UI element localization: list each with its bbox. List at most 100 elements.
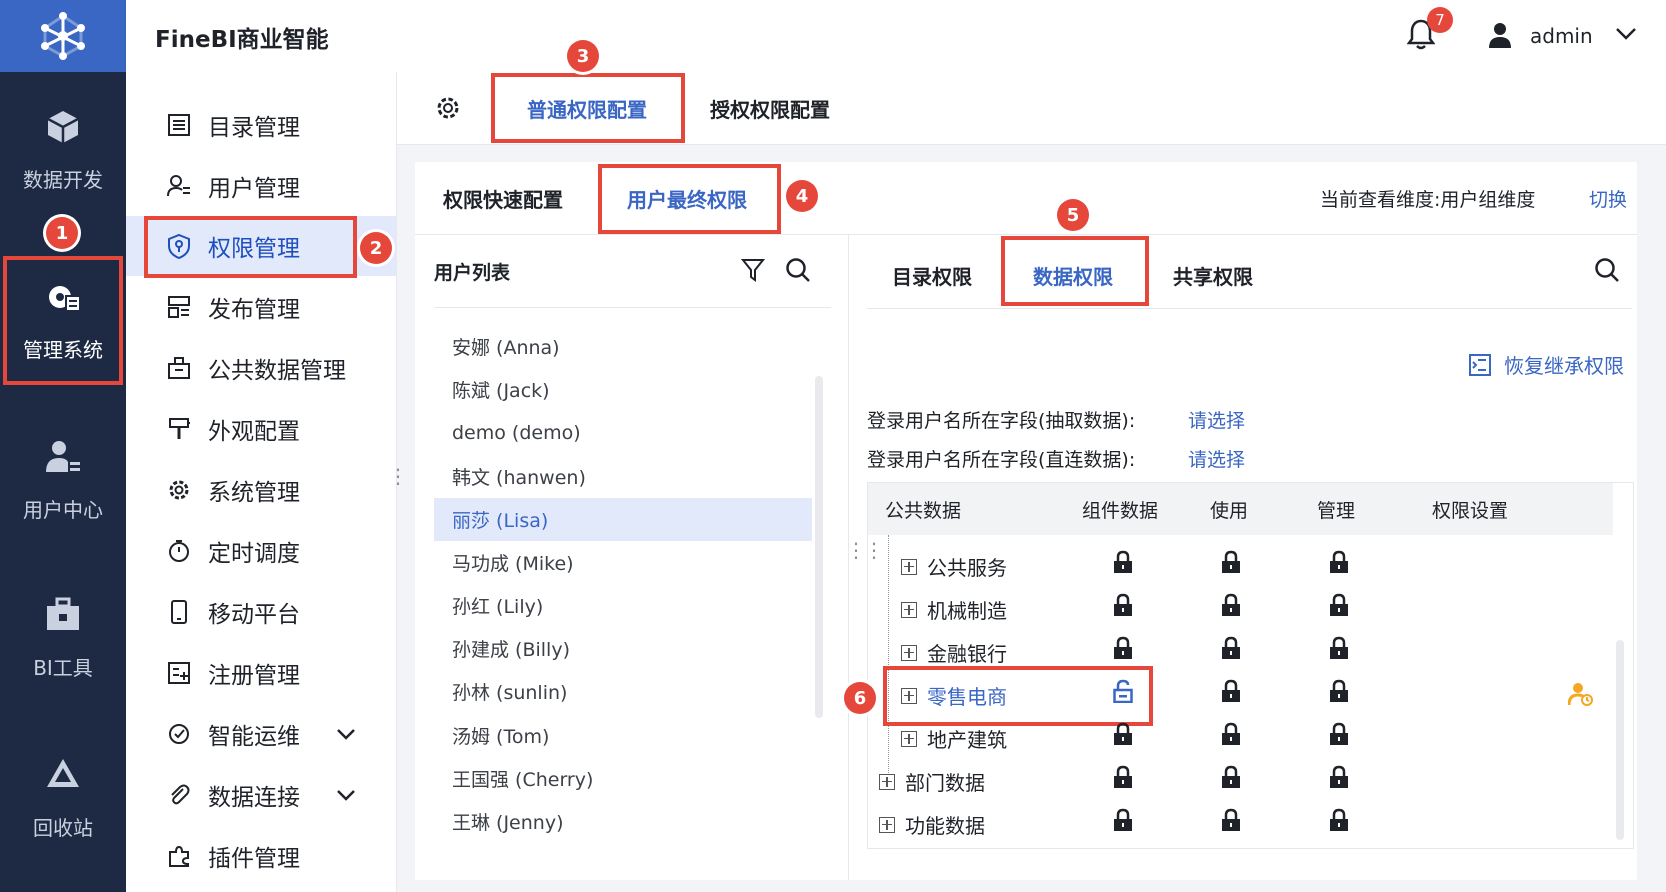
lock-icon[interactable] (1328, 636, 1350, 664)
user-list-item[interactable]: 孙建成 (Billy) (434, 627, 812, 670)
lock-icon[interactable] (1328, 550, 1350, 578)
submenu-item-data-connection[interactable]: 数据连接 (126, 765, 396, 825)
recycle-icon (47, 758, 79, 787)
tree-row-department[interactable]: 部门数据 (879, 767, 985, 796)
username-label[interactable]: admin (1530, 24, 1593, 48)
chevron-down-icon[interactable] (336, 728, 356, 740)
lock-icon[interactable] (1220, 808, 1242, 836)
lock-icon[interactable] (1328, 679, 1350, 707)
column-header: 公共数据 (885, 499, 962, 522)
annotation-badge-2: 2 (360, 232, 392, 264)
user-list-item[interactable]: 陈斌 (Jack) (434, 368, 812, 411)
submenu-item-catalog[interactable]: 目录管理 (126, 95, 396, 155)
user-list-item[interactable]: 安娜 (Anna) (434, 325, 812, 368)
permission-warning-icon[interactable] (1567, 681, 1594, 711)
lock-icon[interactable] (1220, 722, 1242, 750)
column-header: 使用 (1210, 499, 1249, 522)
brand-title: FineBI商业智能 (155, 27, 329, 53)
paperclip-icon (166, 782, 192, 808)
ops-icon (166, 721, 192, 747)
rail-item-recycle-bin[interactable]: 回收站 (0, 728, 126, 868)
submenu-item-publish[interactable]: 发布管理 (126, 277, 396, 337)
lock-icon[interactable] (1328, 765, 1350, 793)
lock-icon[interactable] (1220, 765, 1242, 793)
rail-item-admin-system[interactable]: 管理系统 (0, 250, 126, 390)
expand-icon[interactable] (901, 644, 917, 661)
submenu-item-mobile[interactable]: 移动平台 (126, 582, 396, 642)
user-list-item[interactable]: 孙林 (sunlin) (434, 670, 812, 713)
rail-label: 数据开发 (23, 167, 103, 192)
rail-item-user-center[interactable]: 用户中心 (0, 410, 126, 550)
submenu-item-system[interactable]: 系统管理 (126, 460, 396, 520)
chevron-down-icon[interactable] (1615, 26, 1637, 45)
tree-row-finance[interactable]: 金融银行 (901, 638, 1007, 667)
column-header: 权限设置 (1432, 499, 1509, 522)
chevron-down-icon[interactable] (336, 789, 356, 801)
database-box-icon (166, 355, 192, 381)
app-logo[interactable] (0, 0, 126, 72)
lock-icon[interactable] (1112, 765, 1134, 793)
tree-row-real-estate[interactable]: 地产建筑 (901, 724, 1007, 753)
lock-icon[interactable] (1112, 550, 1134, 578)
lock-icon[interactable] (1112, 808, 1134, 836)
gear-doc-icon (49, 285, 81, 312)
user-list-item[interactable]: 王国强 (Cherry) (434, 757, 812, 800)
tree-row-function[interactable]: 功能数据 (879, 810, 985, 839)
expand-icon[interactable] (901, 558, 917, 575)
submenu-item-plugins[interactable]: 插件管理 (126, 826, 396, 886)
tab-grant-permission[interactable]: 授权权限配置 (710, 72, 830, 144)
lock-icon[interactable] (1328, 722, 1350, 750)
user-list-item[interactable]: 王琳 (Jenny) (434, 800, 812, 843)
user-list-item[interactable]: demo (demo) (434, 411, 812, 454)
user-list-icon (166, 173, 192, 199)
lock-icon[interactable] (1112, 722, 1134, 750)
rail-item-data-dev[interactable]: 数据开发 (0, 80, 126, 220)
settings-icon[interactable] (434, 94, 462, 126)
extract-field-select[interactable]: 请选择 (1188, 406, 1245, 433)
user-list-item[interactable]: 汤姆 (Tom) (434, 714, 812, 757)
user-list-scrollbar[interactable] (815, 376, 823, 718)
submenu-label: 用户管理 (208, 176, 300, 202)
expand-icon[interactable] (879, 773, 895, 790)
user-list-item[interactable]: 马功成 (Mike) (434, 541, 812, 584)
rail-label: 回收站 (33, 815, 93, 840)
submenu-item-appearance[interactable]: 外观配置 (126, 399, 396, 459)
user-list-item[interactable]: 孙红 (Lily) (434, 584, 812, 627)
submenu-item-public-data[interactable]: 公共数据管理 (126, 338, 396, 398)
rail-item-bi-tools[interactable]: BI工具 (0, 568, 126, 708)
lock-icon[interactable] (1220, 636, 1242, 664)
submenu-item-smart-ops[interactable]: 智能运维 (126, 704, 396, 764)
submenu-item-register[interactable]: 注册管理 (126, 643, 396, 703)
tree-row-public-service[interactable]: 公共服务 (901, 552, 1007, 581)
submenu-label: 定时调度 (208, 541, 300, 567)
list-icon (166, 112, 192, 138)
switch-dimension-link[interactable]: 切换 (1589, 185, 1627, 212)
lock-icon[interactable] (1220, 550, 1242, 578)
lock-icon[interactable] (1328, 593, 1350, 621)
tab-share-permission[interactable]: 共享权限 (1173, 242, 1253, 308)
restore-inherit-button[interactable]: 恢复继承权限 (1468, 350, 1624, 379)
lock-icon[interactable] (1112, 593, 1134, 621)
submenu-item-users[interactable]: 用户管理 (126, 156, 396, 216)
lock-icon[interactable] (1328, 808, 1350, 836)
direct-field-select[interactable]: 请选择 (1188, 445, 1245, 472)
user-list-item-selected[interactable]: 丽莎 (Lisa) (434, 498, 812, 541)
expand-icon[interactable] (901, 601, 917, 618)
tree-row-machinery[interactable]: 机械制造 (901, 595, 1007, 624)
user-list-item[interactable]: 韩文 (hanwen) (434, 455, 812, 498)
search-icon[interactable] (1594, 257, 1620, 287)
tab-quick-config[interactable]: 权限快速配置 (443, 162, 563, 234)
divider (434, 307, 831, 308)
expand-icon[interactable] (879, 816, 895, 833)
unlock-icon[interactable] (1112, 679, 1134, 707)
filter-icon[interactable] (740, 258, 766, 286)
lock-icon[interactable] (1112, 636, 1134, 664)
search-icon[interactable] (785, 257, 811, 287)
tab-catalog-permission[interactable]: 目录权限 (892, 242, 972, 308)
expand-icon[interactable] (901, 730, 917, 747)
lock-icon[interactable] (1220, 593, 1242, 621)
submenu-item-schedule[interactable]: 定时调度 (126, 521, 396, 581)
lock-icon[interactable] (1220, 679, 1242, 707)
grid-scrollbar[interactable] (1616, 640, 1624, 840)
user-avatar-icon[interactable] (1488, 22, 1512, 52)
